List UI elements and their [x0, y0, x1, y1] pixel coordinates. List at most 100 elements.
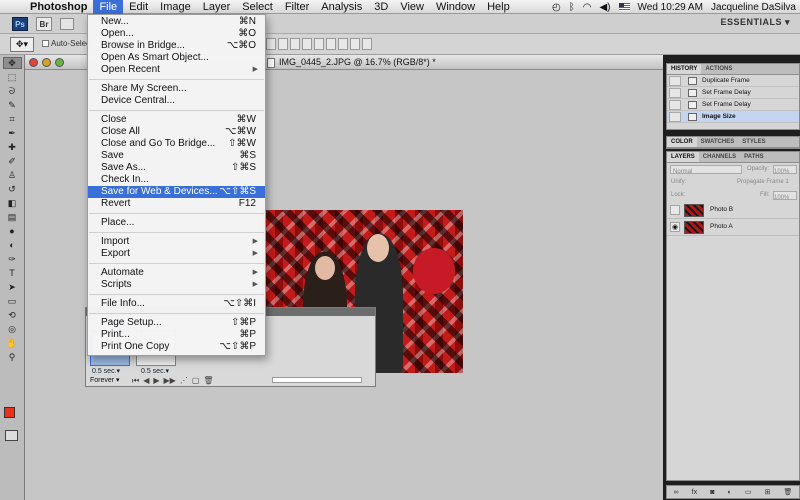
menu-item-open[interactable]: Open... ⌘O: [88, 28, 265, 40]
menu-item-close[interactable]: Close ⌘W: [88, 114, 265, 126]
menu-window[interactable]: Window: [430, 0, 481, 14]
eye-icon[interactable]: ◉: [670, 222, 680, 232]
time-machine-icon[interactable]: ◴: [552, 2, 561, 13]
app-menu[interactable]: Photoshop: [26, 0, 93, 14]
blend-mode-select[interactable]: Normal: [670, 165, 742, 175]
type-tool-icon[interactable]: T: [3, 267, 22, 279]
fill-field[interactable]: 100%: [773, 191, 797, 201]
new-layer-icon[interactable]: ⊞: [765, 488, 771, 496]
menu-3d[interactable]: 3D: [368, 0, 394, 14]
menu-item-import[interactable]: Import ▶: [88, 236, 265, 248]
menu-item-browse-in-bridge[interactable]: Browse in Bridge... ⌥⌘O: [88, 40, 265, 52]
crop-tool-icon[interactable]: ⌗: [3, 113, 22, 125]
menu-filter[interactable]: Filter: [279, 0, 315, 14]
history-brush-tool-icon[interactable]: ↺: [3, 183, 22, 195]
trash-icon[interactable]: 🗑: [784, 488, 793, 496]
layer-mask-icon[interactable]: ◙: [710, 489, 714, 496]
menu-item-file-info[interactable]: File Info... ⌥⇧⌘I: [88, 298, 265, 310]
menu-item-save[interactable]: Save ⌘S: [88, 150, 265, 162]
brush-tool-icon[interactable]: ✐: [3, 155, 22, 167]
marquee-tool-icon[interactable]: ⬚: [3, 71, 22, 83]
link-layers-icon[interactable]: ∞: [674, 489, 679, 496]
history-item-current[interactable]: Image Size: [667, 111, 799, 123]
tween-icon[interactable]: ⋰: [180, 376, 188, 386]
frame-delay[interactable]: 0.5 sec.▾: [141, 367, 169, 375]
eyedropper-tool-icon[interactable]: ✒: [3, 127, 22, 139]
tab-styles[interactable]: STYLES: [738, 137, 769, 147]
menu-edit[interactable]: Edit: [123, 0, 154, 14]
workspace-switcher[interactable]: ESSENTIALS ▾: [720, 17, 790, 28]
history-item[interactable]: Duplicate Frame: [667, 75, 799, 87]
wifi-icon[interactable]: ◠: [583, 2, 592, 13]
tab-layers[interactable]: LAYERS: [667, 152, 699, 162]
menu-layer[interactable]: Layer: [197, 0, 237, 14]
menu-item-page-setup[interactable]: Page Setup... ⇧⌘P: [88, 317, 265, 329]
extras-button[interactable]: [60, 18, 74, 30]
menu-item-revert[interactable]: Revert F12: [88, 198, 265, 210]
zoom-window-icon[interactable]: [55, 58, 64, 67]
healing-brush-tool-icon[interactable]: ✚: [3, 141, 22, 153]
shape-tool-icon[interactable]: ▭: [3, 295, 22, 307]
menu-view[interactable]: View: [394, 0, 430, 14]
auto-select-option[interactable]: Auto-Select: [42, 39, 92, 48]
delete-frame-icon[interactable]: 🗑: [203, 376, 213, 386]
play-icon[interactable]: ▶: [153, 376, 159, 386]
menu-item-place[interactable]: Place...: [88, 217, 265, 229]
flag-icon[interactable]: [618, 3, 630, 11]
distribute-icon[interactable]: [338, 38, 348, 50]
adjustment-layer-icon[interactable]: ◐: [728, 489, 732, 496]
align-center-icon[interactable]: [314, 38, 324, 50]
user-name[interactable]: Jacqueline DaSilva: [711, 2, 796, 13]
clock[interactable]: Wed 10:29 AM: [638, 2, 703, 13]
menu-item-check-in[interactable]: Check In...: [88, 174, 265, 186]
menu-item-share-my-screen[interactable]: Share My Screen...: [88, 83, 265, 95]
move-tool-icon[interactable]: ✥: [2, 57, 22, 69]
3d-rotate-tool-icon[interactable]: ⟲: [3, 309, 22, 321]
menu-item-print[interactable]: Print... ⌘P: [88, 329, 265, 341]
zoom-tool-icon[interactable]: ⚲: [3, 351, 22, 363]
menu-item-close-all[interactable]: Close All ⌥⌘W: [88, 126, 265, 138]
volume-icon[interactable]: ◀): [599, 2, 610, 13]
menu-item-open-recent[interactable]: Open Recent ▶: [88, 64, 265, 76]
minimize-window-icon[interactable]: [42, 58, 51, 67]
layer-style-icon[interactable]: fx: [692, 489, 697, 496]
layer-row[interactable]: Photo B: [667, 202, 799, 219]
pen-tool-icon[interactable]: ✑: [3, 253, 22, 265]
propagate-frame-checkbox[interactable]: Propagate Frame 1: [737, 176, 789, 189]
tab-history[interactable]: HISTORY: [667, 64, 702, 74]
frames-scrollbar[interactable]: [272, 377, 362, 383]
bridge-button[interactable]: Br: [36, 17, 52, 31]
menu-help[interactable]: Help: [481, 0, 516, 14]
tab-channels[interactable]: CHANNELS: [699, 152, 740, 162]
menu-item-save-as[interactable]: Save As... ⇧⌘S: [88, 162, 265, 174]
menu-select[interactable]: Select: [236, 0, 279, 14]
auto-select-checkbox[interactable]: [42, 40, 49, 47]
tool-preset-picker[interactable]: ✥▾: [10, 37, 34, 52]
align-middle-icon[interactable]: [278, 38, 288, 50]
tab-swatches[interactable]: SWATCHES: [697, 137, 739, 147]
lasso-tool-icon[interactable]: ᘐ: [3, 85, 22, 97]
loop-options-select[interactable]: Forever ▾: [90, 376, 120, 384]
eraser-tool-icon[interactable]: ◧: [3, 197, 22, 209]
gradient-tool-icon[interactable]: ▤: [3, 211, 22, 223]
menu-image[interactable]: Image: [154, 0, 197, 14]
menu-item-save-for-web[interactable]: Save for Web & Devices... ⌥⇧⌘S: [88, 186, 265, 198]
menu-item-scripts[interactable]: Scripts ▶: [88, 279, 265, 291]
layer-row[interactable]: ◉ Photo A: [667, 219, 799, 236]
menu-item-new[interactable]: New... ⌘N: [88, 16, 265, 28]
next-frame-icon[interactable]: ▶▶: [164, 376, 176, 386]
history-item[interactable]: Set Frame Delay: [667, 99, 799, 111]
tab-color[interactable]: COLOR: [667, 137, 697, 147]
distribute-icon[interactable]: [350, 38, 360, 50]
align-right-icon[interactable]: [326, 38, 336, 50]
history-item[interactable]: Set Frame Delay: [667, 87, 799, 99]
tab-paths[interactable]: PATHS: [740, 152, 767, 162]
menu-analysis[interactable]: Analysis: [315, 0, 368, 14]
hand-tool-icon[interactable]: ✋: [3, 337, 22, 349]
align-left-icon[interactable]: [302, 38, 312, 50]
quick-mask-icon[interactable]: [5, 430, 18, 441]
path-selection-tool-icon[interactable]: ➤: [3, 281, 22, 293]
menu-item-export[interactable]: Export ▶: [88, 248, 265, 260]
frame-delay[interactable]: 0.5 sec.▾: [92, 367, 120, 375]
3d-orbit-tool-icon[interactable]: ◎: [3, 323, 22, 335]
